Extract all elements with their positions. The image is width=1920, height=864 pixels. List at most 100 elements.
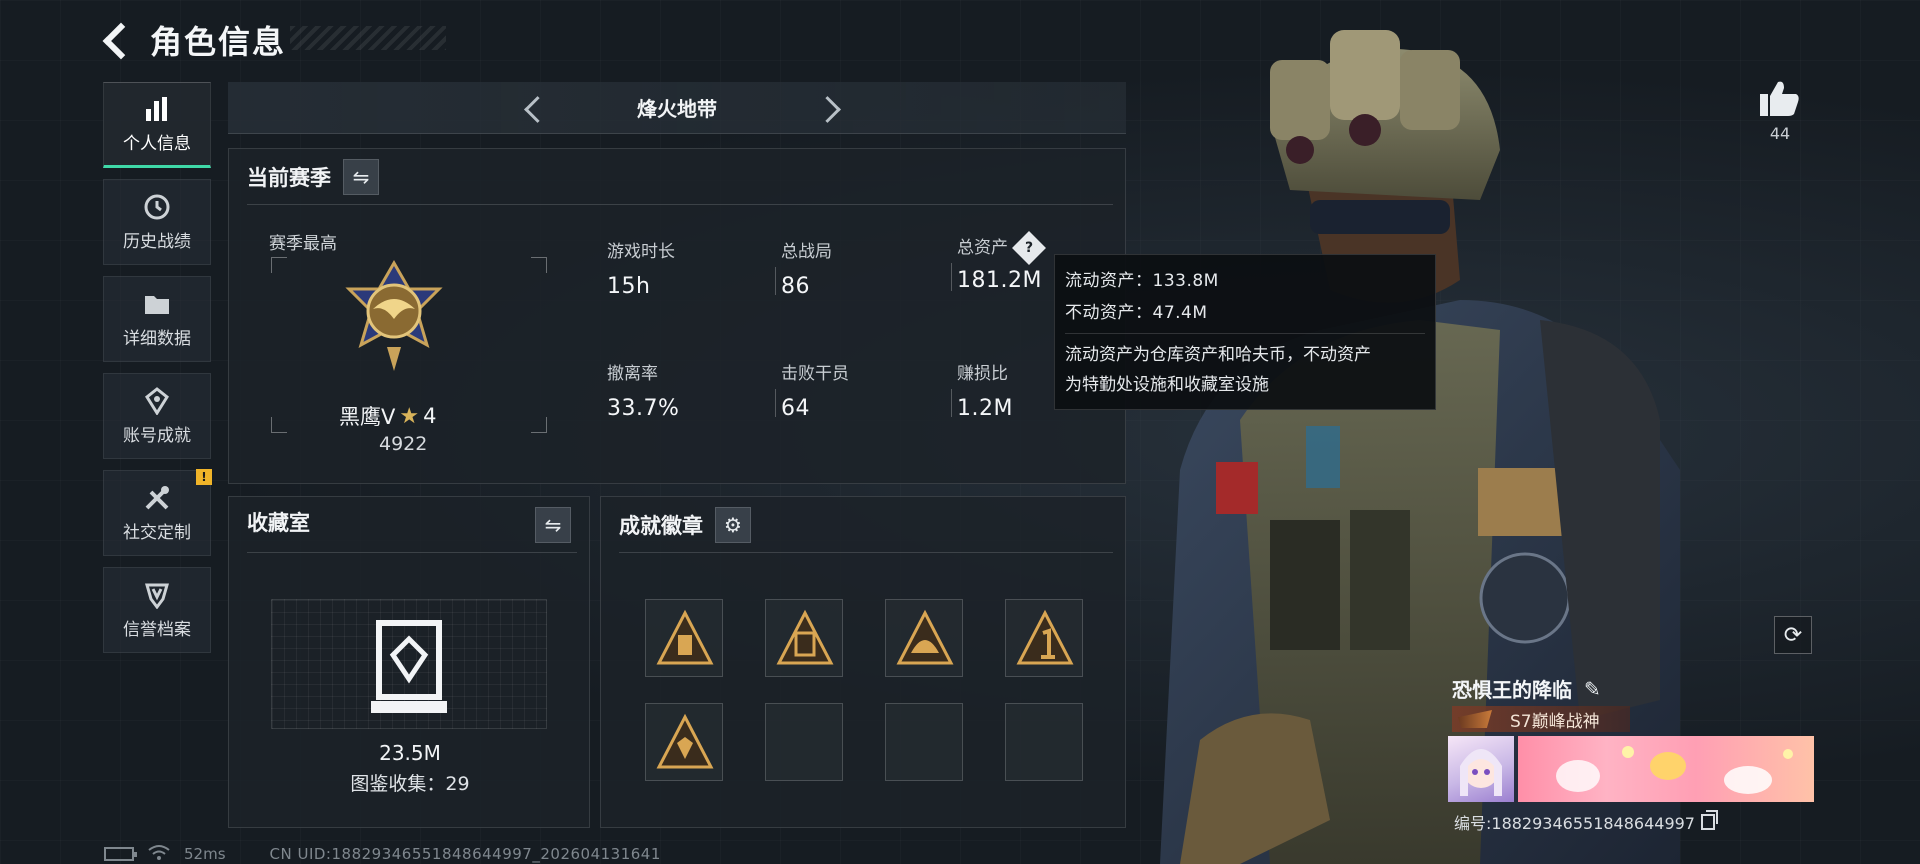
profile-banner[interactable] bbox=[1518, 736, 1814, 802]
sidebar-item-reputation[interactable]: 信誉档案 bbox=[103, 567, 211, 653]
stat-total-matches: 总战局 86 bbox=[775, 237, 832, 299]
sidebar-item-detailed-data[interactable]: 详细数据 bbox=[103, 276, 211, 362]
stat-play-time: 游戏时长 15h bbox=[607, 237, 675, 299]
stat-value: 33.7% bbox=[607, 396, 680, 421]
player-id: 编号:18829346551848644997 bbox=[1454, 814, 1695, 833]
sidebar-item-label: 历史战绩 bbox=[123, 231, 191, 252]
stat-value: 181.2M bbox=[957, 268, 1042, 293]
uid-text: CN UID:18829346551848644997_202604131641 bbox=[269, 845, 661, 863]
badge-number-one-icon bbox=[1016, 609, 1074, 665]
collection-value: 23.5M bbox=[379, 741, 441, 765]
sidebar-item-label: 详细数据 bbox=[123, 328, 191, 349]
bar-chart-icon bbox=[143, 95, 171, 123]
badge-slot-helmet[interactable] bbox=[885, 599, 963, 677]
badge-shield-icon bbox=[656, 713, 714, 769]
season-panel-header: 当前赛季 ⇋ bbox=[247, 159, 379, 195]
mode-name: 烽火地带 bbox=[637, 97, 717, 121]
alert-badge: ! bbox=[196, 469, 212, 485]
battery-icon bbox=[104, 847, 137, 861]
sidebar-item-label: 社交定制 bbox=[123, 522, 191, 543]
stat-extraction-rate: 撤离率 33.7% bbox=[607, 359, 679, 421]
like-widget[interactable]: 44 bbox=[1752, 78, 1808, 143]
player-name: 恐惧王的降临 bbox=[1452, 678, 1572, 702]
switch-collection-button[interactable]: ⇋ bbox=[535, 507, 571, 543]
stat-label: 总资产 ? bbox=[957, 231, 1047, 265]
badge-slot-empty[interactable] bbox=[1005, 703, 1083, 781]
thumbs-up-icon bbox=[1760, 81, 1799, 116]
page-title: 角色信息 bbox=[150, 23, 287, 61]
badge-lantern-icon bbox=[656, 609, 714, 665]
stat-label: 撤离率 bbox=[607, 364, 658, 384]
next-mode-chevron-icon[interactable] bbox=[816, 92, 848, 124]
header: 角色信息 bbox=[100, 18, 286, 62]
divider bbox=[247, 552, 577, 553]
sidebar: 个人信息 历史战绩 详细数据 账号成就 ! 社交定制 信誉档案 bbox=[103, 82, 212, 664]
badge-slot-empty[interactable] bbox=[885, 703, 963, 781]
pencil-icon[interactable]: ✎ bbox=[1584, 677, 1601, 701]
badge-slot-number-one[interactable] bbox=[1005, 599, 1083, 677]
player-title: S7巅峰战神 bbox=[1510, 711, 1600, 732]
stat-label: 游戏时长 bbox=[607, 242, 675, 262]
sidebar-item-history[interactable]: 历史战绩 bbox=[103, 179, 211, 265]
season-title: 当前赛季 bbox=[247, 166, 331, 190]
player-title-bar: S7巅峰战神 bbox=[1452, 706, 1630, 732]
badge-helmet-icon bbox=[896, 609, 954, 665]
refresh-button[interactable]: ⟳ bbox=[1774, 616, 1812, 654]
wifi-icon bbox=[148, 844, 170, 864]
season-best-label: 赛季最高 bbox=[269, 234, 337, 254]
divider bbox=[619, 552, 1113, 553]
rank-score: 4922 bbox=[379, 433, 428, 455]
avatar[interactable] bbox=[1448, 736, 1514, 802]
help-question-icon[interactable]: ? bbox=[1012, 231, 1047, 265]
sidebar-item-social[interactable]: ! 社交定制 bbox=[103, 469, 212, 556]
stat-value: 15h bbox=[607, 274, 651, 299]
stat-total-assets: 总资产 ? 181.2M bbox=[951, 231, 1047, 293]
player-id-row: 编号:18829346551848644997 bbox=[1454, 810, 1718, 834]
vault-display-icon bbox=[369, 617, 449, 717]
collection-room-panel[interactable]: 收藏室 ⇋ 23.5M 图鉴收集：29 bbox=[228, 496, 590, 828]
tools-icon bbox=[143, 484, 171, 512]
copy-icon[interactable] bbox=[1701, 810, 1718, 830]
operator-character-art bbox=[1120, 0, 1680, 864]
badge-slot-empty[interactable] bbox=[765, 703, 843, 781]
rifle-icon bbox=[1458, 710, 1492, 728]
title-decoration bbox=[290, 26, 446, 50]
badge-slot-vault[interactable] bbox=[765, 599, 843, 677]
stat-label: 击败干员 bbox=[781, 364, 849, 384]
refresh-icon: ⟳ bbox=[1783, 622, 1803, 648]
rank-name: 黑鹰Ⅴ bbox=[339, 405, 396, 429]
mode-selector: 烽火地带 bbox=[228, 82, 1126, 134]
player-name-row: 恐惧王的降临 ✎ bbox=[1452, 674, 1601, 703]
collection-count: 图鉴收集：29 bbox=[350, 773, 470, 795]
ping-value: 52ms bbox=[184, 845, 226, 863]
rank-stars: 4 bbox=[423, 404, 437, 428]
sidebar-item-achievements[interactable]: 账号成就 bbox=[103, 373, 211, 459]
shield-icon bbox=[143, 581, 171, 609]
rank-badge-eagle-icon bbox=[339, 259, 449, 379]
sidebar-item-label: 账号成就 bbox=[123, 425, 191, 446]
back-arrow-icon[interactable] bbox=[100, 22, 136, 58]
collection-title: 收藏室 bbox=[247, 511, 310, 535]
badges-panel-header: 成就徽章 ⚙ bbox=[619, 507, 751, 543]
rank-name-row: 黑鹰Ⅴ ★ 4 bbox=[339, 401, 489, 431]
swap-arrows-icon: ⇋ bbox=[544, 513, 562, 537]
stat-label: 总战局 bbox=[781, 242, 832, 262]
assets-description-line: 为特勤处设施和收藏室设施 bbox=[1065, 375, 1269, 395]
badge-slot-lantern[interactable] bbox=[645, 599, 723, 677]
badge-vault-icon bbox=[776, 609, 834, 665]
switch-season-button[interactable]: ⇋ bbox=[343, 159, 379, 195]
divider bbox=[1065, 333, 1425, 334]
stat-value: 64 bbox=[781, 396, 810, 421]
swap-arrows-icon: ⇋ bbox=[352, 165, 370, 189]
stat-label: 赚损比 bbox=[957, 364, 1008, 384]
achievement-badges-panel: 成就徽章 ⚙ bbox=[600, 496, 1126, 828]
sidebar-item-label: 个人信息 bbox=[123, 133, 191, 154]
sidebar-item-personal-info[interactable]: 个人信息 bbox=[103, 82, 211, 168]
stat-label-text: 总资产 bbox=[957, 238, 1008, 258]
badge-settings-button[interactable]: ⚙ bbox=[715, 507, 751, 543]
badge-slot-shield[interactable] bbox=[645, 703, 723, 781]
previous-mode-chevron-icon[interactable] bbox=[518, 92, 550, 124]
stat-profit-loss-ratio: 赚损比 1.2M bbox=[951, 359, 1013, 421]
current-season-panel: 当前赛季 ⇋ 赛季最高 黑鹰Ⅴ ★ 4 4922 游戏时长 15h 总战局 86… bbox=[228, 148, 1126, 484]
assets-tooltip: 流动资产：133.8M 不动资产：47.4M 流动资产为仓库资产和哈夫币，不动资… bbox=[1054, 254, 1436, 410]
